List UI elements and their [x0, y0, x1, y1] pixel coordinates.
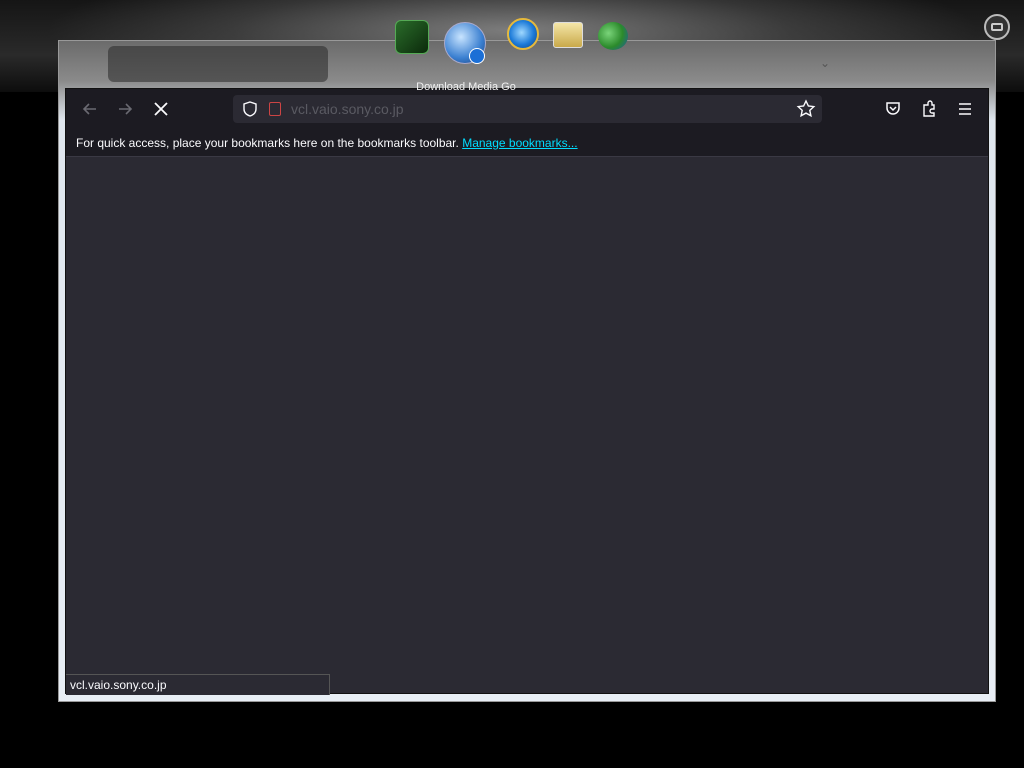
messenger-icon[interactable]: [598, 22, 628, 50]
bookmarks-hint: For quick access, place your bookmarks h…: [76, 136, 459, 150]
manage-bookmarks-link[interactable]: Manage bookmarks...: [462, 136, 577, 150]
media-app-icon[interactable]: [395, 20, 429, 54]
navigation-toolbar: vcl.vaio.sony.co.jp: [66, 89, 988, 129]
close-icon: [154, 102, 168, 116]
arrow-right-icon: [119, 103, 133, 115]
arrow-left-icon: [82, 103, 96, 115]
page-content: [66, 157, 988, 693]
app-menu-button[interactable]: [951, 95, 979, 123]
photo-app-icon[interactable]: [553, 22, 583, 48]
status-panel: vcl.vaio.sony.co.jp: [66, 674, 330, 695]
back-button[interactable]: [76, 95, 104, 123]
dock-tooltip-label: Download Media Go: [416, 81, 516, 93]
bookmarks-toolbar: For quick access, place your bookmarks h…: [66, 129, 988, 157]
chevron-down-icon: ⌄: [820, 56, 831, 70]
extensions-button[interactable]: [915, 95, 943, 123]
shield-icon[interactable]: [241, 100, 259, 118]
corner-menu-button[interactable]: [984, 14, 1010, 40]
url-text[interactable]: vcl.vaio.sony.co.jp: [291, 101, 404, 117]
stop-button[interactable]: [147, 95, 175, 123]
frame-title-area: [108, 46, 328, 82]
pocket-icon: [886, 102, 900, 115]
browser-window: vcl.vaio.sony.co.jp For quick access, pl…: [65, 88, 989, 695]
puzzle-icon: [923, 100, 935, 117]
forward-button[interactable]: [111, 95, 139, 123]
url-bar[interactable]: vcl.vaio.sony.co.jp: [233, 95, 822, 123]
internet-explorer-icon[interactable]: [507, 18, 539, 50]
pocket-button[interactable]: [879, 95, 907, 123]
page-icon: [269, 102, 281, 116]
briefcase-icon: [991, 23, 1003, 31]
hamburger-menu-icon: [959, 103, 971, 115]
download-badge-icon: [469, 48, 485, 64]
bookmark-star-icon[interactable]: [796, 99, 816, 119]
